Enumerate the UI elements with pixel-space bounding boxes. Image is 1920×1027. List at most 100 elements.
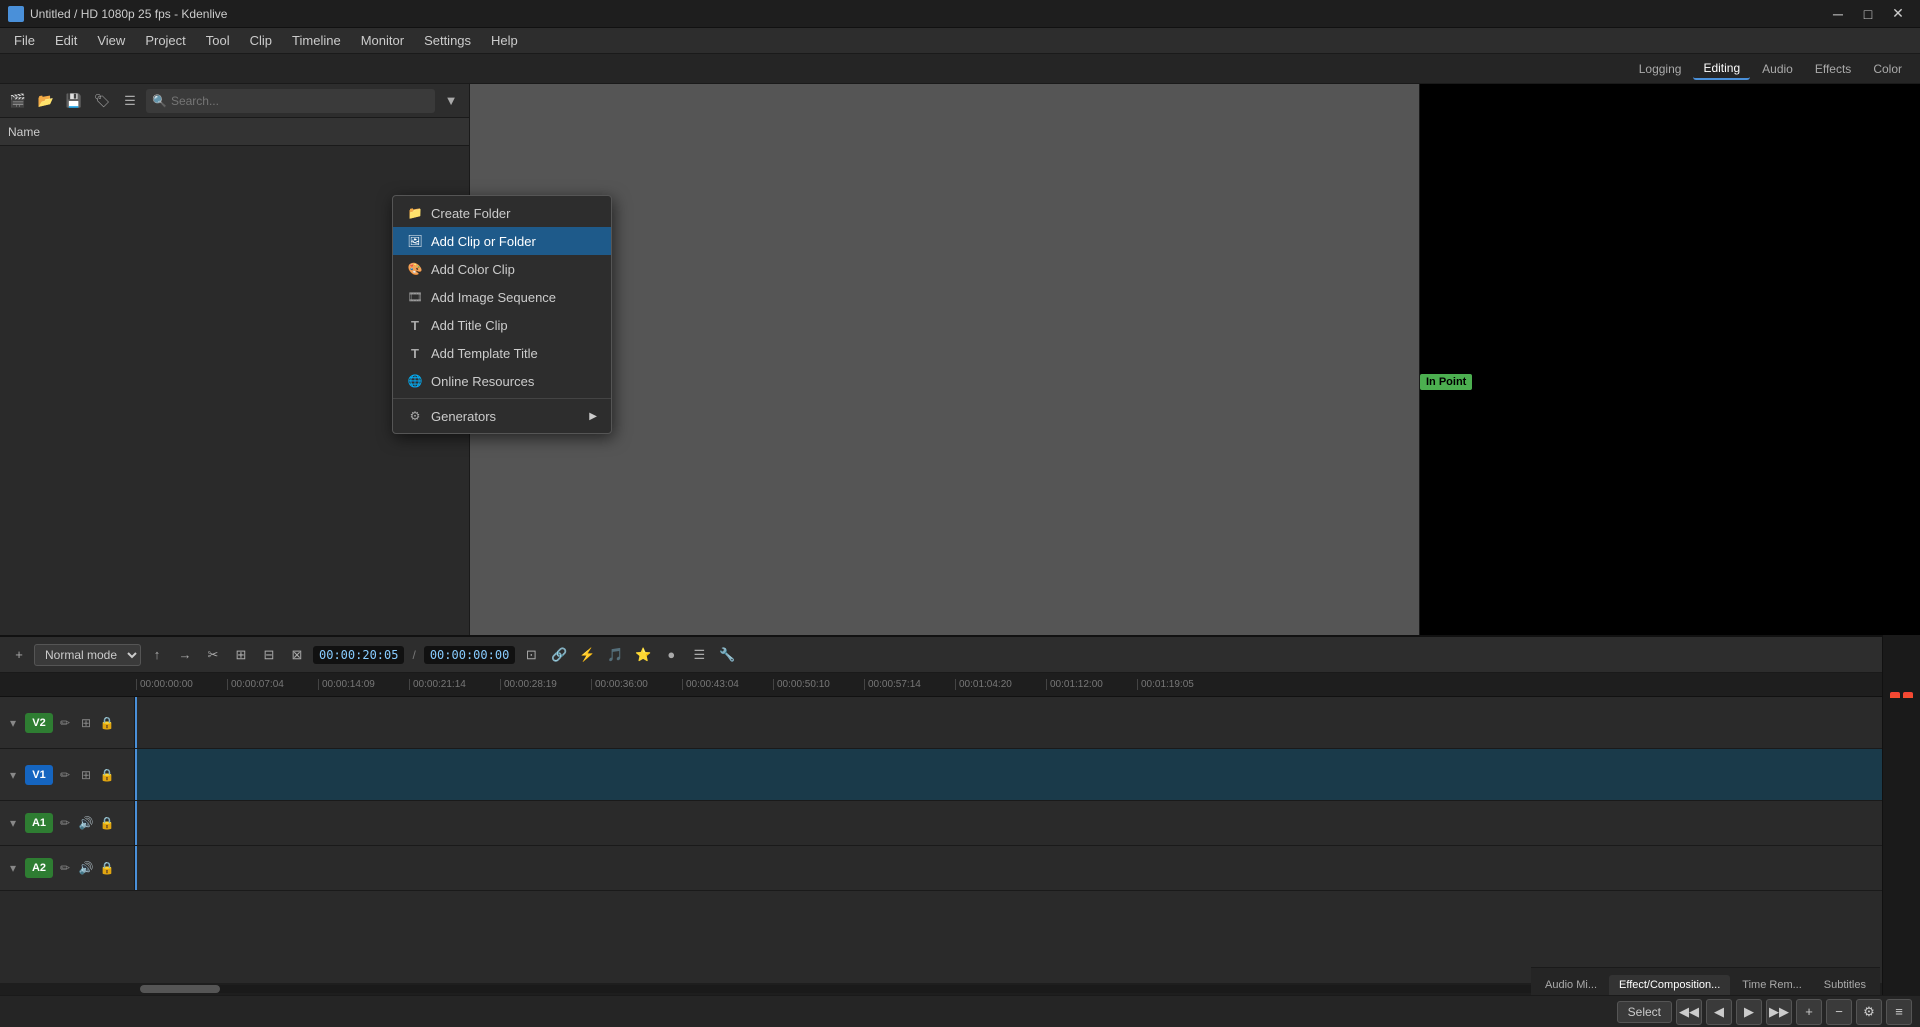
tl-snap[interactable]: 🔗 bbox=[547, 643, 571, 667]
filter-button[interactable]: ▼ bbox=[439, 89, 463, 113]
menu-edit[interactable]: Edit bbox=[45, 30, 87, 51]
select-button[interactable]: Select bbox=[1617, 1001, 1672, 1023]
playhead-a2 bbox=[135, 846, 137, 890]
ctx-add-clip-folder[interactable]: 🖼 Add Clip or Folder bbox=[393, 227, 611, 255]
v1-edit[interactable]: ✏ bbox=[56, 766, 74, 784]
v1-lock[interactable]: 🔒 bbox=[98, 766, 116, 784]
a1-collapse[interactable]: ▾ bbox=[4, 814, 22, 832]
workspace-bar: Logging Editing Audio Effects Color bbox=[0, 54, 1920, 84]
timeline-ruler: 00:00:00:00 00:00:07:04 00:00:14:09 00:0… bbox=[0, 673, 1920, 697]
ctx-add-template-title[interactable]: T Add Template Title bbox=[393, 339, 611, 367]
tl-menu2[interactable]: ☰ bbox=[687, 643, 711, 667]
scrollbar-thumb[interactable] bbox=[140, 985, 220, 993]
tl-resize[interactable]: ⊠ bbox=[285, 643, 309, 667]
tl-ripple[interactable]: ⊞ bbox=[229, 643, 253, 667]
menu-monitor[interactable]: Monitor bbox=[351, 30, 414, 51]
maximize-button[interactable]: □ bbox=[1854, 3, 1882, 25]
config-button[interactable]: ⚙ bbox=[1856, 999, 1882, 1025]
close-button[interactable]: ✕ bbox=[1884, 3, 1912, 25]
tab-audio-mixer[interactable]: Audio Mi... bbox=[1535, 975, 1607, 995]
a2-edit[interactable]: ✏ bbox=[56, 859, 74, 877]
track-a2: ▾ A2 ✏ 🔊 🔒 bbox=[0, 846, 1920, 891]
ctx-create-folder[interactable]: 📁 Create Folder bbox=[393, 199, 611, 227]
v2-edit[interactable]: ✏ bbox=[56, 714, 74, 732]
tl-fullscreen[interactable]: ⊡ bbox=[519, 643, 543, 667]
ctx-add-title-clip[interactable]: T Add Title Clip bbox=[393, 311, 611, 339]
ruler-7: 00:00:50:10 bbox=[773, 679, 864, 690]
a2-lock[interactable]: 🔒 bbox=[98, 859, 116, 877]
tl-position: 00:00:20:05 bbox=[313, 646, 404, 664]
a2-collapse[interactable]: ▾ bbox=[4, 859, 22, 877]
ctx-generators-label: Generators bbox=[431, 409, 496, 424]
ctx-add-image-sequence[interactable]: 🎞 Add Image Sequence bbox=[393, 283, 611, 311]
v1-collapse[interactable]: ▾ bbox=[4, 766, 22, 784]
menu-clip[interactable]: Clip bbox=[240, 30, 282, 51]
zoom-out-button[interactable]: − bbox=[1826, 999, 1852, 1025]
search-input[interactable] bbox=[171, 94, 429, 108]
a1-lock[interactable]: 🔒 bbox=[98, 814, 116, 832]
tl-effects[interactable]: ⚡ bbox=[575, 643, 599, 667]
tl-lift[interactable]: ↑ bbox=[145, 643, 169, 667]
v2-composite[interactable]: ⊞ bbox=[77, 714, 95, 732]
workspace-tab-color[interactable]: Color bbox=[1863, 59, 1912, 79]
menu-settings[interactable]: Settings bbox=[414, 30, 481, 51]
menu-tool[interactable]: Tool bbox=[196, 30, 240, 51]
menu-timeline[interactable]: Timeline bbox=[282, 30, 351, 51]
v1-composite[interactable]: ⊞ bbox=[77, 766, 95, 784]
workspace-tab-effects[interactable]: Effects bbox=[1805, 59, 1861, 79]
mode-select[interactable]: Normal mode bbox=[34, 644, 141, 666]
menubar: File Edit View Project Tool Clip Timelin… bbox=[0, 28, 1920, 54]
a2-audio[interactable]: 🔊 bbox=[77, 859, 95, 877]
v2-lock[interactable]: 🔒 bbox=[98, 714, 116, 732]
prev-button[interactable]: ◀ bbox=[1706, 999, 1732, 1025]
color-clip-icon: 🎨 bbox=[407, 261, 423, 277]
open-folder-button[interactable]: 📂 bbox=[34, 89, 58, 113]
ctx-add-color-clip[interactable]: 🎨 Add Color Clip bbox=[393, 255, 611, 283]
tab-subtitles[interactable]: Subtitles bbox=[1814, 975, 1876, 995]
tl-audio-sync[interactable]: 🎵 bbox=[603, 643, 627, 667]
timeline-toolbar: + Normal mode ↑ → ✂ ⊞ ⊟ ⊠ 00:00:20:05 / … bbox=[0, 637, 1920, 673]
play-all-button[interactable]: ▶ bbox=[1736, 999, 1762, 1025]
save-button[interactable]: 💾 bbox=[62, 89, 86, 113]
ruler-10: 00:01:12:00 bbox=[1046, 679, 1137, 690]
tab-time-remap[interactable]: Time Rem... bbox=[1732, 975, 1812, 995]
next-button[interactable]: ▶▶ bbox=[1766, 999, 1792, 1025]
prev-frame-button[interactable]: ◀◀ bbox=[1676, 999, 1702, 1025]
zoom-in-button[interactable]: + bbox=[1796, 999, 1822, 1025]
a1-audio[interactable]: 🔊 bbox=[77, 814, 95, 832]
minimize-button[interactable]: ─ bbox=[1824, 3, 1852, 25]
track-header-v1: ▾ V1 ✏ ⊞ 🔒 bbox=[0, 749, 135, 800]
a1-edit[interactable]: ✏ bbox=[56, 814, 74, 832]
tl-slip[interactable]: ⊟ bbox=[257, 643, 281, 667]
menu-help[interactable]: Help bbox=[481, 30, 528, 51]
online-icon: 🌐 bbox=[407, 373, 423, 389]
in-point-badge: In Point bbox=[1420, 374, 1472, 390]
tl-sub[interactable]: ⭐ bbox=[631, 643, 655, 667]
workspace-tab-logging[interactable]: Logging bbox=[1629, 59, 1692, 79]
ctx-online-resources[interactable]: 🌐 Online Resources bbox=[393, 367, 611, 395]
track-label-v1: V1 bbox=[25, 765, 53, 785]
tl-add-track[interactable]: + bbox=[8, 644, 30, 666]
v2-collapse[interactable]: ▾ bbox=[4, 714, 22, 732]
titlebar-controls: ─ □ ✕ bbox=[1824, 3, 1912, 25]
tl-cut[interactable]: ✂ bbox=[201, 643, 225, 667]
tab-effect-composition[interactable]: Effect/Composition... bbox=[1609, 975, 1730, 995]
audio-meters-panel bbox=[1882, 635, 1920, 995]
tl-record[interactable]: ● bbox=[659, 643, 683, 667]
menu-project[interactable]: Project bbox=[135, 30, 195, 51]
ctx-generators[interactable]: ⚙ Generators ▶ bbox=[393, 402, 611, 430]
tl-settings2[interactable]: 🔧 bbox=[715, 643, 739, 667]
menu-view[interactable]: View bbox=[87, 30, 135, 51]
workspace-tab-editing[interactable]: Editing bbox=[1693, 58, 1750, 80]
workspace-tab-audio[interactable]: Audio bbox=[1752, 59, 1803, 79]
new-clip-button[interactable]: 🎬 bbox=[6, 89, 30, 113]
ruler-5: 00:00:36:00 bbox=[591, 679, 682, 690]
menu-file[interactable]: File bbox=[4, 30, 45, 51]
tl-arrow[interactable]: → bbox=[173, 643, 197, 667]
menu-button[interactable]: ☰ bbox=[118, 89, 142, 113]
track-header-v2: ▾ V2 ✏ ⊞ 🔒 bbox=[0, 697, 135, 748]
ruler-6: 00:00:43:04 bbox=[682, 679, 773, 690]
bottom-tabs: Audio Mi... Effect/Composition... Time R… bbox=[1531, 967, 1880, 995]
menu-bottom-button[interactable]: ≡ bbox=[1886, 999, 1912, 1025]
tag-button[interactable]: 🏷 bbox=[90, 89, 114, 113]
